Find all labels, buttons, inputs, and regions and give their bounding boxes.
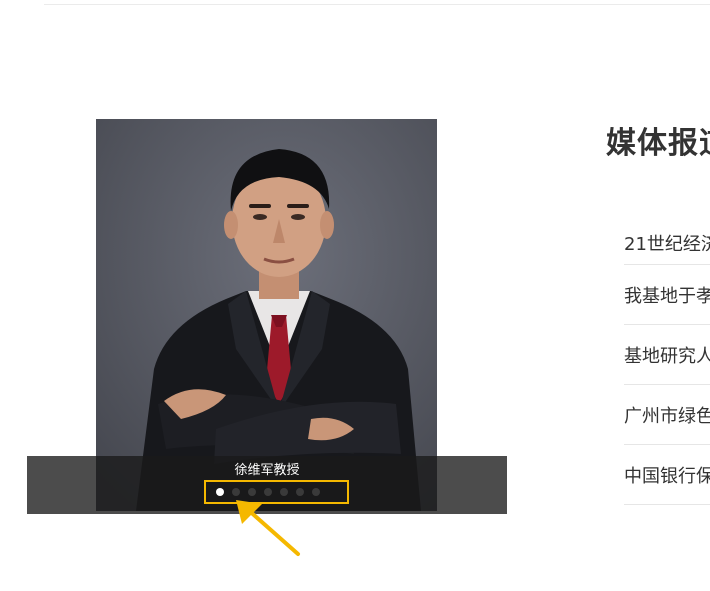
carousel-dot-3[interactable] — [248, 488, 256, 496]
carousel-dot-4[interactable] — [264, 488, 272, 496]
carousel-dot-6[interactable] — [296, 488, 304, 496]
carousel-caption: 徐维军教授 — [234, 463, 300, 478]
carousel-dot-1[interactable] — [216, 488, 224, 496]
news-item-label: 基地研究人 — [624, 345, 710, 367]
top-divider — [44, 4, 710, 5]
news-item[interactable]: 中国银行保 — [624, 445, 710, 505]
portrait-photo — [96, 119, 437, 511]
carousel-dot-5[interactable] — [280, 488, 288, 496]
media-news-list: 21世纪经济 我基地于孝 基地研究人 广州市绿色 中国银行保 — [624, 222, 710, 505]
news-item[interactable]: 我基地于孝 — [624, 265, 710, 325]
news-item-label: 21世纪经济 — [624, 234, 710, 255]
news-item-label: 中国银行保 — [624, 465, 710, 487]
news-item[interactable]: 基地研究人 — [624, 325, 710, 385]
carousel-dot-7[interactable] — [312, 488, 320, 496]
news-item-label: 广州市绿色 — [624, 405, 710, 427]
news-item[interactable]: 广州市绿色 — [624, 385, 710, 445]
carousel-dot-2[interactable] — [232, 488, 240, 496]
annotation-arrow-icon — [236, 500, 300, 556]
media-section-title: 媒体报道 — [606, 126, 710, 161]
news-item[interactable]: 21世纪经济 — [624, 222, 710, 265]
portrait-carousel[interactable] — [96, 119, 437, 511]
news-item-label: 我基地于孝 — [624, 285, 710, 307]
